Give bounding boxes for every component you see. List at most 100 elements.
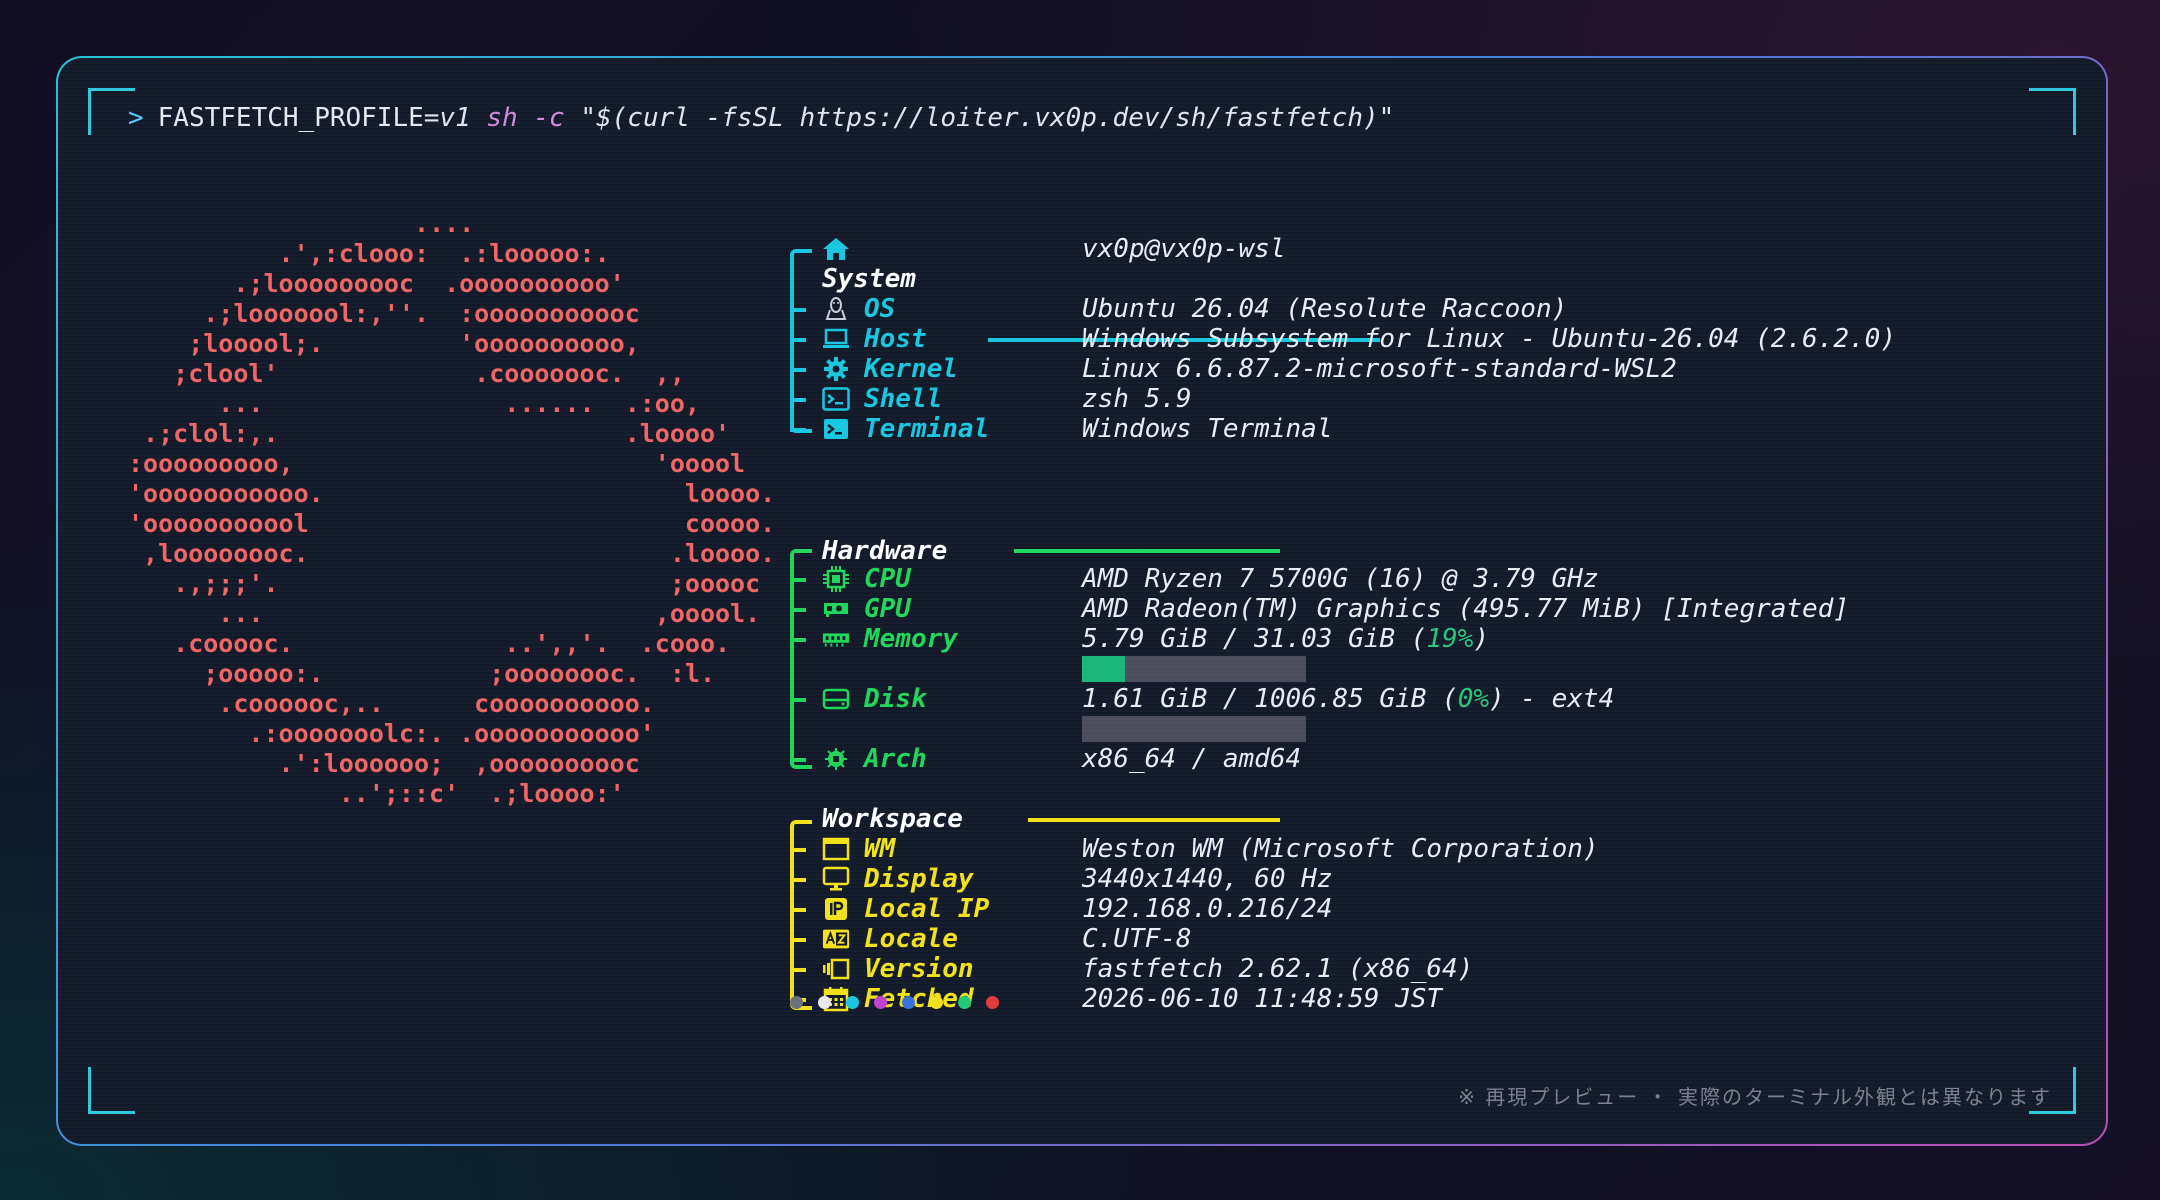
info-key-locale: Locale [864, 924, 958, 954]
logo-line: .:ooooooolc:. .ooooooooooo' [128, 719, 655, 748]
tree-tick [790, 938, 806, 942]
palette-dot [818, 996, 831, 1009]
tree-tick [790, 638, 806, 642]
disk-usage-bar [1082, 716, 1306, 742]
language-icon [822, 926, 850, 952]
hardware-section-bracket [790, 549, 812, 769]
info-key-cpu: CPU [864, 564, 911, 594]
tree-tick [790, 338, 806, 342]
tree-tick [790, 968, 806, 972]
disk-percent: 0% [1457, 684, 1489, 714]
workspace-section-rule [1028, 818, 1280, 822]
monitor-icon [822, 866, 850, 892]
memory-percent: 19% [1426, 624, 1474, 654]
info-value-locale: C.UTF-8 [1082, 924, 1192, 954]
palette-dot [902, 996, 915, 1009]
env-var-value: =v1 [423, 103, 471, 133]
info-key-local-ip: Local IP [864, 894, 990, 924]
info-value-gpu: AMD Radeon(TM) Graphics (495.77 MiB) [In… [1082, 594, 1850, 624]
logo-line: ;looool;. 'oooooooooo, [128, 329, 640, 358]
user-host: vx0p@vx0p-wsl [1082, 234, 1286, 264]
palette-dot [930, 996, 943, 1009]
command-sh: sh -c [486, 103, 565, 133]
memory-icon [822, 626, 850, 652]
command-arg: "$(curl -fsSL https://loiter.vx0p.dev/sh… [580, 103, 1395, 133]
ip-icon [822, 896, 850, 922]
palette-dot [986, 996, 999, 1009]
palette-dot [958, 996, 971, 1009]
tree-tick [790, 368, 806, 372]
hardware-section-title: Hardware [822, 536, 948, 566]
info-value-fetched: 2026-06-10 11:48:59 JST [1082, 984, 1443, 1014]
info-key-terminal: Terminal [864, 414, 990, 444]
info-value-shell: zsh 5.9 [1082, 384, 1192, 414]
logo-line: ;ooooo:. ;oooooooc. :l. [128, 659, 715, 688]
memory-usage-fill [1082, 656, 1125, 682]
info-value-wm: Weston WM (Microsoft Corporation) [1082, 834, 1599, 864]
info-value-cpu: AMD Ryzen 7 5700G (16) @ 3.79 GHz [1082, 564, 1599, 594]
system-section-title: System [822, 264, 916, 294]
info-value-memory: 5.79 GiB / 31.03 GiB (19%) [1082, 624, 1489, 654]
command-line[interactable]: > FASTFETCH_PROFILE=v1 sh -c "$(curl -fsS… [128, 103, 1394, 133]
system-info-panel: vx0p@vx0p-wsl System OS Ubuntu 26.04 (Re… [790, 234, 1896, 1034]
logo-line: ,loooooooc. .loooo. [128, 539, 775, 568]
info-value-disk: 1.61 GiB / 1006.85 GiB (0%) - ext4 [1082, 684, 1615, 714]
linux-icon [822, 296, 850, 322]
logo-line: .':loooooo; ,oooooooooc [128, 749, 640, 778]
logo-line: ..';::c' .;loooo:' [128, 779, 625, 808]
gear-icon [822, 356, 850, 382]
info-key-os: OS [864, 294, 896, 324]
info-value-version: fastfetch 2.62.1 (x86_64) [1082, 954, 1474, 984]
disk-icon [822, 686, 850, 712]
tree-tick [790, 308, 806, 312]
info-value-local-ip: 192.168.0.216/24 [1082, 894, 1333, 924]
info-key-kernel: Kernel [864, 354, 958, 384]
info-key-gpu: GPU [864, 594, 911, 624]
info-key-shell: Shell [864, 384, 943, 414]
logo-line: .,;;;'. ;ooooc [128, 569, 760, 598]
tree-tick [790, 578, 806, 582]
info-key-host: Host [864, 324, 927, 354]
info-value-os: Ubuntu 26.04 (Resolute Raccoon) [1082, 294, 1568, 324]
workspace-section-title: Workspace [822, 804, 963, 834]
prompt-symbol: > [128, 103, 144, 133]
hardware-section-rule [1014, 549, 1280, 553]
tree-tick [790, 608, 806, 612]
tree-tick [790, 698, 806, 702]
info-key-version: Version [864, 954, 974, 984]
logo-line: 'ooooooooooo. loooo. [128, 479, 775, 508]
tree-tick [790, 878, 806, 882]
palette-dot [790, 996, 803, 1009]
info-value-arch: x86_64 / amd64 [1082, 744, 1302, 774]
logo-line: .;looooooooc .oooooooooo' [128, 269, 625, 298]
logo-line: .... [128, 209, 474, 238]
terminal-icon [822, 416, 850, 442]
info-value-host: Windows Subsystem for Linux - Ubuntu-26.… [1082, 324, 1896, 354]
corner-bracket-top-right [2029, 88, 2076, 135]
info-key-display: Display [864, 864, 974, 894]
memory-usage-bar [1082, 656, 1306, 682]
logo-line: .;clol:,. .loooo' [128, 419, 730, 448]
info-value-terminal: Windows Terminal [1082, 414, 1333, 444]
gpu-icon [822, 596, 850, 622]
info-key-disk: Disk [864, 684, 927, 714]
chip-icon [822, 746, 850, 772]
info-key-memory: Memory [864, 624, 958, 654]
info-key-arch: Arch [864, 744, 927, 774]
logo-line: :ooooooooo, 'ooool [128, 449, 745, 478]
terminal-window: > FASTFETCH_PROFILE=v1 sh -c "$(curl -fsS… [56, 56, 2108, 1146]
info-value-kernel: Linux 6.6.87.2-microsoft-standard-WSL2 [1082, 354, 1677, 384]
version-icon [822, 956, 850, 982]
tree-tick [790, 398, 806, 402]
palette-dot [846, 996, 859, 1009]
window-icon [822, 836, 850, 862]
logo-line: .;looooool:,''. :ooooooooooc [128, 299, 640, 328]
logo-line: ... ,ooool. [128, 599, 760, 628]
laptop-icon [822, 326, 850, 352]
cpu-icon [822, 566, 850, 592]
ubuntu-ascii-logo: .... .',:clooo: .:looooo:. .;looooooooc … [128, 209, 775, 808]
logo-line: .coooooc,.. coooooooooo. [128, 689, 655, 718]
tree-tick [790, 428, 806, 432]
info-key-wm: WM [864, 834, 896, 864]
env-var-name: FASTFETCH_PROFILE [157, 103, 424, 133]
